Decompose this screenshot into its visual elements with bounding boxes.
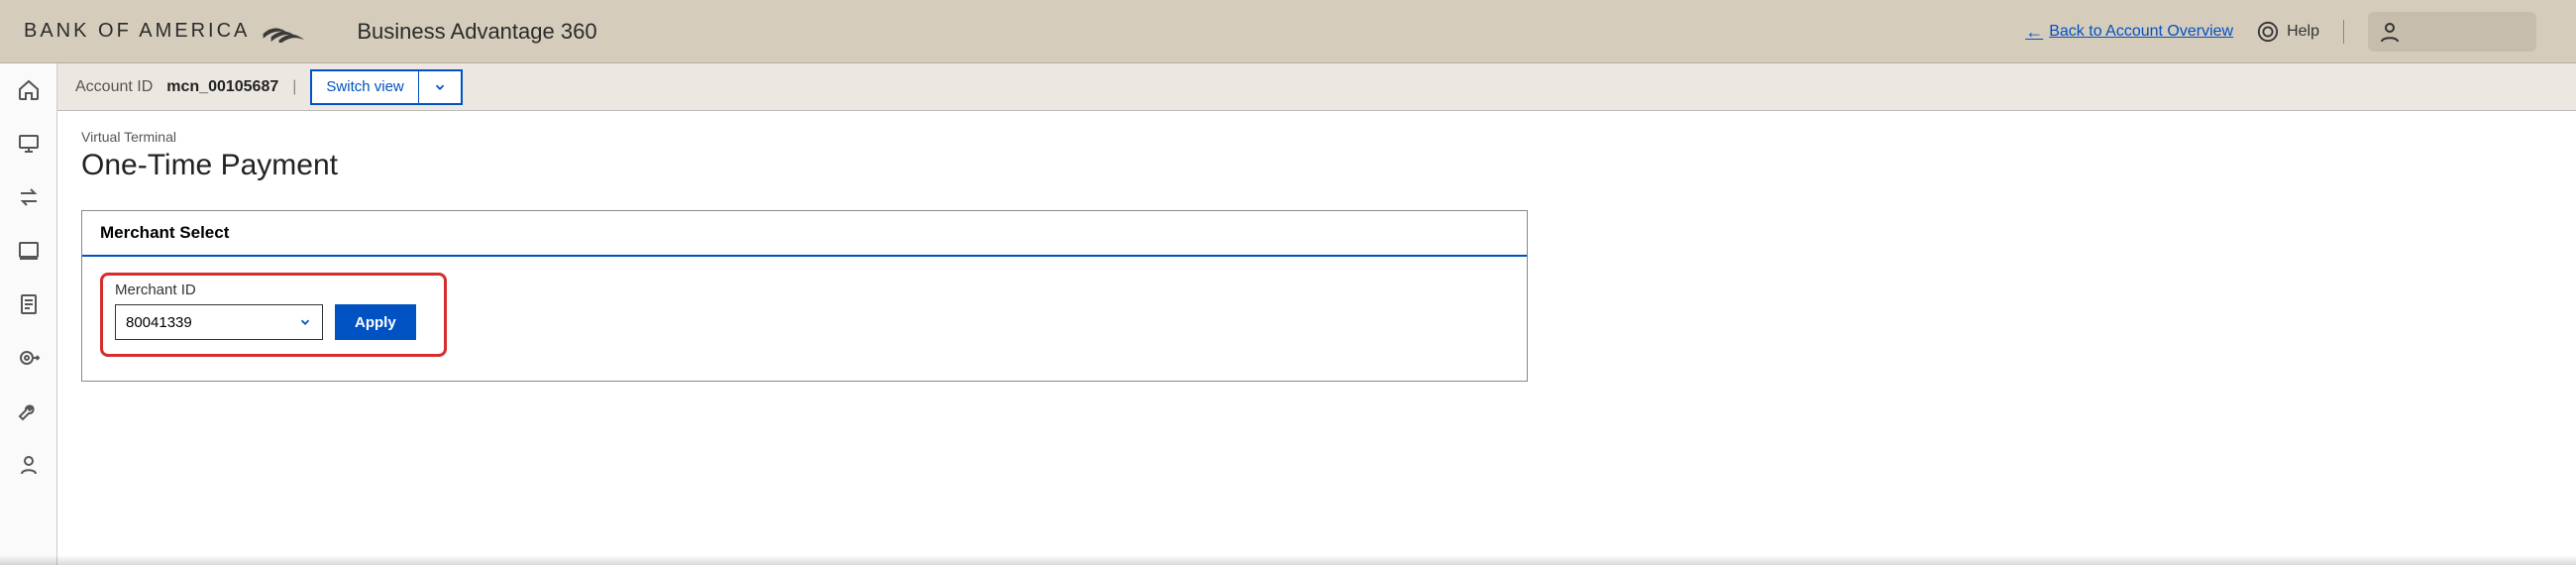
monitor-transfer-icon[interactable] [16, 131, 42, 157]
panel-title: Merchant Select [82, 211, 1527, 257]
account-id-value: mcn_00105687 [166, 78, 278, 96]
chevron-down-icon [419, 80, 461, 94]
body-wrap: Account ID mcn_00105687 | Switch view Vi… [0, 63, 2576, 565]
home-icon[interactable] [16, 77, 42, 103]
panel-body: Merchant ID 80041339 Apply [82, 257, 1527, 381]
divider [2343, 20, 2344, 44]
account-bar: Account ID mcn_00105687 | Switch view [57, 63, 2576, 111]
back-link-text: Back to Account Overview [2049, 23, 2233, 41]
swap-icon[interactable] [16, 184, 42, 210]
brand-flag-icon [262, 18, 309, 46]
main-area: Account ID mcn_00105687 | Switch view Vi… [57, 63, 2576, 565]
chevron-down-icon [298, 315, 312, 329]
brand-block: BANK OF AMERICA [24, 18, 309, 46]
apply-button[interactable]: Apply [335, 304, 416, 340]
divider: | [292, 78, 296, 96]
merchant-select-panel: Merchant Select Merchant ID 80041339 App… [81, 210, 1528, 382]
merchant-id-select[interactable]: 80041339 [115, 304, 323, 340]
top-right-group: ← Back to Account Overview Help [2025, 0, 2536, 63]
product-name: Business Advantage 360 [357, 19, 596, 45]
wrench-icon[interactable] [16, 398, 42, 424]
content-area: Virtual Terminal One-Time Payment Mercha… [57, 111, 2576, 565]
help-label: Help [2287, 23, 2319, 41]
page-shadow [0, 555, 2576, 565]
top-bar: BANK OF AMERICA Business Advantage 360 ←… [0, 0, 2576, 63]
merchant-row: 80041339 Apply [115, 304, 432, 340]
switch-view-button[interactable]: Switch view [310, 69, 462, 105]
highlight-region: Merchant ID 80041339 Apply [100, 273, 447, 357]
merchant-id-value: 80041339 [126, 314, 192, 331]
user-icon [2378, 20, 2402, 44]
brand-name: BANK OF AMERICA [24, 20, 250, 43]
terminal-icon[interactable] [16, 238, 42, 264]
help-button[interactable]: Help [2257, 21, 2319, 43]
breadcrumb: Virtual Terminal [81, 129, 2552, 145]
page-title: One-Time Payment [81, 149, 2552, 182]
back-to-overview-link[interactable]: ← Back to Account Overview [2025, 22, 2233, 43]
switch-view-label: Switch view [312, 70, 418, 104]
arrow-left-icon: ← [2025, 22, 2043, 43]
account-id-label: Account ID [75, 78, 153, 96]
user-menu[interactable] [2368, 12, 2536, 52]
person-icon[interactable] [16, 452, 42, 478]
document-icon[interactable] [16, 291, 42, 317]
gear-arrow-icon[interactable] [16, 345, 42, 371]
merchant-id-label: Merchant ID [115, 282, 432, 298]
help-circle-icon [2257, 21, 2279, 43]
left-nav-rail [0, 63, 57, 565]
